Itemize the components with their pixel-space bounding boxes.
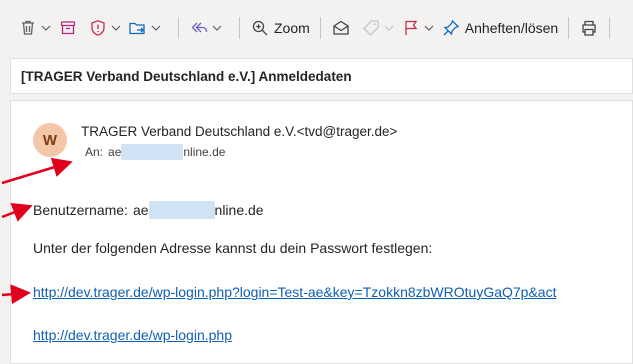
sender-avatar[interactable]: W <box>33 123 67 157</box>
subject-bar: [TRAGER Verband Deutschland e.V.] Anmeld… <box>10 58 633 94</box>
flag-button[interactable] <box>401 13 421 43</box>
password-reset-link[interactable]: http://dev.trager.de/wp-login.php?login=… <box>33 284 556 300</box>
username-line: Benutzername: ae nline.de <box>33 201 264 219</box>
folder-move-icon <box>128 18 148 38</box>
move-dropdown-chevron-icon[interactable] <box>150 18 162 38</box>
reset-link-line: http://dev.trager.de/wp-login.php?login=… <box>33 284 633 300</box>
report-dropdown-chevron-icon[interactable] <box>110 18 122 38</box>
flag-icon <box>401 18 421 38</box>
flag-dropdown-chevron-icon[interactable] <box>423 18 435 38</box>
pin-label: Anheften/lösen <box>464 20 559 36</box>
move-button[interactable] <box>128 13 148 43</box>
shield-icon <box>88 18 108 38</box>
toolbar-divider <box>568 17 570 39</box>
toolbar-divider <box>178 17 179 39</box>
pin-icon <box>441 18 461 38</box>
zoom-icon <box>250 18 270 38</box>
trash-icon <box>18 18 38 38</box>
login-link[interactable]: http://dev.trager.de/wp-login.php <box>33 327 232 343</box>
categorize-dropdown-chevron-icon[interactable] <box>383 18 395 38</box>
envelope-open-icon <box>331 18 351 38</box>
archive-icon <box>58 18 78 38</box>
recipient-suffix: nline.de <box>183 145 226 159</box>
reply-dropdown-chevron-icon[interactable] <box>211 18 223 38</box>
recipient-prefix: ae <box>108 145 122 159</box>
zoom-label: Zoom <box>274 20 310 36</box>
printer-icon <box>579 18 599 38</box>
message-subject: [TRAGER Verband Deutschland e.V.] Anmeld… <box>21 68 352 84</box>
categorize-button[interactable] <box>361 13 381 43</box>
username-suffix: nline.de <box>214 202 264 218</box>
pin-button[interactable]: Anheften/lösen <box>441 13 558 43</box>
print-button[interactable] <box>579 13 599 43</box>
username-prefix: ae <box>132 202 149 218</box>
delete-button[interactable] <box>18 13 38 43</box>
reply-all-button[interactable] <box>189 13 209 43</box>
to-label: An: <box>85 145 104 159</box>
toolbar-divider <box>319 17 321 39</box>
mark-read-button[interactable] <box>331 13 351 43</box>
report-button[interactable] <box>88 13 108 43</box>
login-link-line: http://dev.trager.de/wp-login.php <box>33 327 232 343</box>
ribbon-toolbar: Zoom Anheften/lösen <box>0 0 633 56</box>
tag-icon <box>361 18 381 38</box>
toolbar-divider <box>239 17 240 39</box>
username-label: Benutzername: <box>33 202 128 218</box>
redaction-box <box>121 144 184 160</box>
sender-name[interactable]: TRAGER Verband Deutschland e.V.<tvd@trag… <box>81 124 397 139</box>
delete-dropdown-chevron-icon[interactable] <box>40 18 52 38</box>
message-card: W TRAGER Verband Deutschland e.V.<tvd@tr… <box>10 100 633 364</box>
zoom-button[interactable]: Zoom <box>250 13 310 43</box>
instruction-text: Unter der folgenden Adresse kannst du de… <box>33 240 433 256</box>
recipient-row: An: ae nline.de <box>85 144 225 160</box>
toolbar-divider <box>609 17 611 39</box>
archive-button[interactable] <box>58 13 78 43</box>
reply-all-icon <box>189 18 209 38</box>
redaction-box <box>148 201 215 219</box>
